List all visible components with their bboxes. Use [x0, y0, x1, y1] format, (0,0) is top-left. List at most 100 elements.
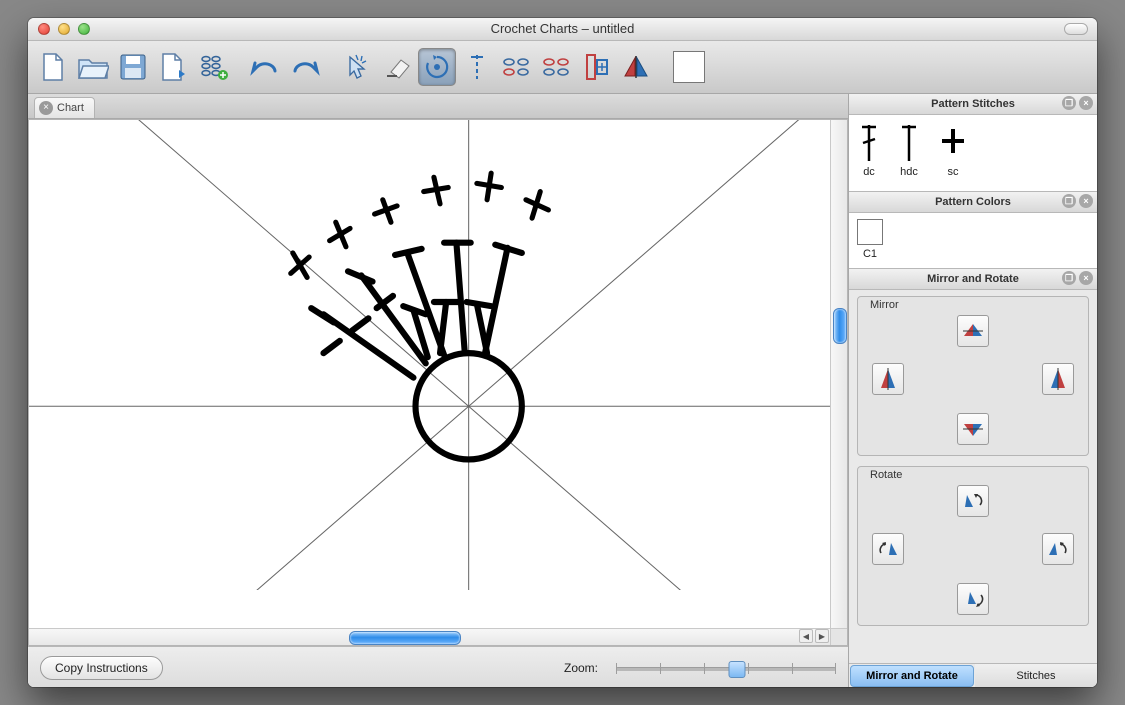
mirror-tool-button[interactable] [618, 48, 656, 86]
new-doc-button[interactable] [34, 48, 72, 86]
stitch-sc[interactable]: sc [939, 121, 967, 178]
color-swatch-button[interactable] [670, 48, 708, 86]
color-swatch-icon [673, 51, 705, 83]
tab-label: Stitches [1016, 670, 1055, 682]
pattern-stitches-header[interactable]: Pattern Stitches ❐ × [849, 94, 1097, 115]
tab-stitches[interactable]: Stitches [975, 664, 1097, 687]
titlebar: Crochet Charts – untitled [28, 18, 1097, 41]
undo-icon [249, 55, 281, 79]
redo-button[interactable] [286, 48, 324, 86]
eraser-tool-button[interactable] [378, 48, 416, 86]
tab-mirror-rotate[interactable]: Mirror and Rotate [850, 665, 974, 687]
rotate-icon [877, 539, 899, 559]
resize-tool-icon [584, 52, 610, 82]
document-tab-label: Chart [57, 102, 84, 114]
side-bottom-tabs: Mirror and Rotate Stitches [849, 663, 1097, 687]
document-tab[interactable]: × Chart [34, 97, 95, 118]
scroll-right-icon[interactable]: ▶ [815, 629, 829, 643]
minimize-window-icon[interactable] [58, 23, 70, 35]
mirror-v-icon [879, 368, 897, 390]
panel-title: Mirror and Rotate [927, 273, 1019, 285]
scroll-corner [830, 628, 847, 645]
close-panel-icon[interactable]: × [1079, 96, 1093, 110]
color-swatch-c1[interactable]: C1 [857, 219, 883, 260]
group-label: Mirror [866, 299, 903, 311]
group-closed-button[interactable] [538, 48, 576, 86]
stitch-tool-button[interactable] [458, 48, 496, 86]
mirror-up-button[interactable] [957, 315, 989, 347]
group-open-icon [501, 55, 533, 79]
detach-panel-icon[interactable]: ❐ [1062, 96, 1076, 110]
export-doc-button[interactable] [154, 48, 192, 86]
rotate-right-button[interactable] [1042, 533, 1074, 565]
new-doc-icon [40, 52, 66, 82]
undo-button[interactable] [246, 48, 284, 86]
mirror-h-icon [962, 420, 984, 438]
stitch-hdc[interactable]: hdc [899, 121, 919, 178]
close-window-icon[interactable] [38, 23, 50, 35]
dc-stitch-icon [859, 121, 879, 163]
rotate-down-button[interactable] [957, 583, 989, 615]
pattern-stitches-body: dc hdc sc [849, 115, 1097, 191]
open-doc-button[interactable] [74, 48, 112, 86]
tab-label: Mirror and Rotate [866, 670, 958, 682]
close-tab-icon[interactable]: × [39, 101, 53, 115]
sc-stitch-icon [939, 121, 967, 163]
add-rows-icon [198, 54, 228, 80]
mirror-rotate-header[interactable]: Mirror and Rotate ❐ × [849, 269, 1097, 290]
window-title: Crochet Charts – untitled [28, 21, 1097, 36]
close-panel-icon[interactable]: × [1079, 194, 1093, 208]
zoom-window-icon[interactable] [78, 23, 90, 35]
color-box-icon [857, 219, 883, 245]
color-label: C1 [863, 248, 877, 260]
toolbar-toggle-pill[interactable] [1064, 23, 1088, 35]
mirror-group: Mirror [857, 296, 1089, 456]
detach-panel-icon[interactable]: ❐ [1062, 194, 1076, 208]
close-panel-icon[interactable]: × [1079, 271, 1093, 285]
rotate-tool-button[interactable] [418, 48, 456, 86]
mirror-v-icon [1049, 368, 1067, 390]
save-doc-button[interactable] [114, 48, 152, 86]
rotate-left-button[interactable] [872, 533, 904, 565]
group-open-button[interactable] [498, 48, 536, 86]
vertical-scroll-thumb[interactable] [833, 308, 847, 344]
horizontal-scrollbar[interactable] [29, 628, 831, 645]
eraser-tool-icon [383, 54, 411, 80]
side-panels: Pattern Stitches ❐ × dc hdc [848, 94, 1097, 687]
zoom-slider[interactable] [616, 658, 836, 678]
copy-instructions-label: Copy Instructions [55, 661, 148, 675]
mirror-tool-icon [622, 53, 652, 81]
rotate-group: Rotate [857, 466, 1089, 626]
detach-panel-icon[interactable]: ❐ [1062, 271, 1076, 285]
select-tool-icon [344, 53, 370, 81]
rotate-icon [962, 491, 984, 511]
export-doc-icon [159, 52, 187, 82]
rotate-icon [1047, 539, 1069, 559]
save-doc-icon [119, 53, 147, 81]
mirror-left-button[interactable] [872, 363, 904, 395]
zoom-slider-knob[interactable] [729, 661, 746, 678]
stitch-dc[interactable]: dc [859, 121, 879, 178]
resize-tool-button[interactable] [578, 48, 616, 86]
document-tabbar: × Chart [28, 94, 848, 119]
pattern-colors-header[interactable]: Pattern Colors ❐ × [849, 192, 1097, 213]
horizontal-scroll-thumb[interactable] [349, 631, 461, 645]
group-label: Rotate [866, 469, 906, 481]
stitch-label: hdc [900, 166, 918, 178]
copy-instructions-button[interactable]: Copy Instructions [40, 656, 163, 680]
chart-canvas[interactable]: ◀ ▶ [28, 119, 848, 646]
open-doc-icon [77, 54, 109, 80]
add-rows-button[interactable] [194, 48, 232, 86]
vertical-scrollbar[interactable] [830, 120, 847, 629]
chart-drawing [29, 120, 847, 590]
select-tool-button[interactable] [338, 48, 376, 86]
scroll-left-icon[interactable]: ◀ [799, 629, 813, 643]
mirror-rotate-body: Mirror [849, 290, 1097, 663]
rotate-icon [962, 589, 984, 609]
rotate-up-button[interactable] [957, 485, 989, 517]
mirror-right-button[interactable] [1042, 363, 1074, 395]
mirror-down-button[interactable] [957, 413, 989, 445]
footer-bar: Copy Instructions Zoom: [28, 646, 848, 687]
panel-title: Pattern Stitches [931, 98, 1015, 110]
panel-title: Pattern Colors [935, 196, 1011, 208]
